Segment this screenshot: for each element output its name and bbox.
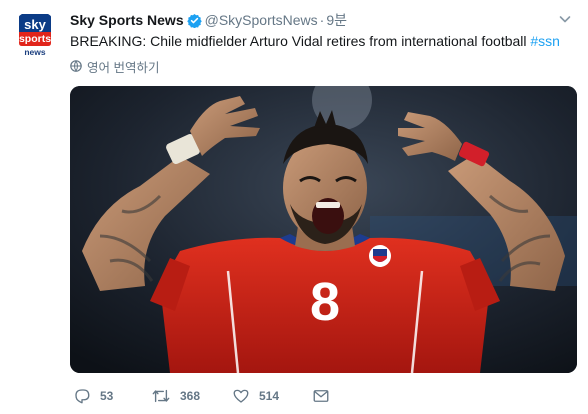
globe-icon [70, 60, 82, 76]
reply-icon [73, 387, 91, 405]
chevron-down-icon[interactable] [558, 12, 572, 31]
like-count: 514 [259, 389, 280, 403]
direct-message-button[interactable] [312, 387, 330, 405]
player-photo: 8 [70, 86, 577, 373]
author-name[interactable]: Sky Sports News [70, 12, 184, 28]
avatar[interactable]: sky sports news [11, 10, 59, 58]
svg-text:sky: sky [24, 17, 46, 32]
tweet-timestamp[interactable]: 9분 [326, 12, 347, 28]
tweet-actions: 53 368 514 [70, 386, 329, 406]
tweet-text: BREAKING: Chile midfielder Arturo Vidal … [70, 32, 572, 50]
svg-text:news: news [24, 47, 46, 57]
retweet-icon [151, 387, 171, 405]
jersey-number: 8 [310, 272, 340, 332]
message-icon [312, 387, 330, 405]
separator: · [319, 12, 325, 28]
tweet-photo[interactable]: 8 [70, 86, 577, 373]
retweet-button[interactable]: 368 [151, 387, 200, 405]
like-button[interactable]: 514 [232, 387, 279, 405]
tweet-body: BREAKING: Chile midfielder Arturo Vidal … [70, 33, 527, 49]
reply-count: 53 [100, 389, 114, 403]
author-handle[interactable]: @SkySportsNews [205, 12, 318, 28]
verified-icon [186, 13, 202, 32]
svg-text:sports: sports [19, 33, 51, 45]
tweet-header: Sky Sports News @SkySportsNews · 9분 [70, 11, 568, 31]
translate-link[interactable]: 영어 번역하기 [70, 60, 159, 76]
sky-sports-news-logo: sky sports news [11, 10, 59, 58]
reply-button[interactable]: 53 [73, 387, 113, 405]
like-icon [232, 387, 250, 405]
retweet-count: 368 [180, 389, 201, 403]
hashtag-link[interactable]: #ssn [530, 33, 560, 49]
translate-label: 영어 번역하기 [87, 61, 160, 75]
